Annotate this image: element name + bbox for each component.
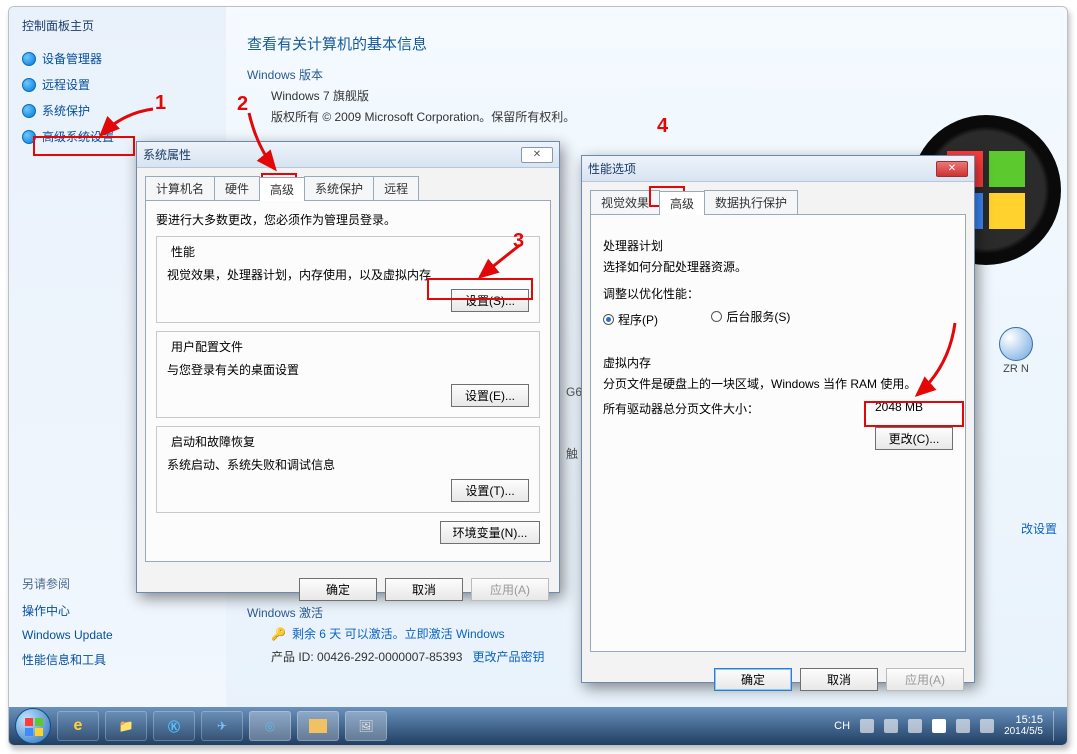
product-id-value: 00426-292-0000007-85393 bbox=[317, 650, 462, 664]
taskbar: e 📁 Ⓚ ✈ ◎ 🖼 CH 15:15 2014/5/5 bbox=[9, 707, 1067, 745]
dialog1-apply-button[interactable]: 应用(A) bbox=[471, 578, 549, 601]
sidebar-remote-settings[interactable]: 远程设置 bbox=[22, 76, 213, 93]
env-vars-button[interactable]: 环境变量(N)... bbox=[440, 521, 540, 544]
radio-dot-icon bbox=[711, 311, 722, 322]
dialog2-close-button[interactable]: ✕ bbox=[936, 161, 968, 177]
tray-volume-icon[interactable] bbox=[980, 719, 994, 733]
annotation-box-change bbox=[864, 401, 964, 427]
start-button[interactable] bbox=[15, 708, 51, 744]
tray-icon[interactable] bbox=[908, 719, 922, 733]
processor-partial: G6 bbox=[566, 385, 582, 399]
annotation-box-1 bbox=[33, 136, 135, 156]
dialog1-titlebar[interactable]: 系统属性 ✕ bbox=[137, 142, 559, 168]
processor-scheduling-group: 处理器计划 选择如何分配处理器资源。 调整以优化性能： 程序(P) 后台服务(S… bbox=[601, 233, 955, 332]
radio-programs[interactable]: 程序(P) bbox=[603, 311, 658, 328]
oem-brand: ZR N bbox=[971, 327, 1061, 375]
shield-icon bbox=[22, 78, 36, 92]
dialog1-title: 系统属性 bbox=[143, 146, 191, 163]
dialog2-tabs: 视觉效果 高级 数据执行保护 bbox=[590, 190, 966, 214]
taskbar-ie-icon[interactable]: e bbox=[57, 711, 99, 741]
annotation-1: 1 bbox=[155, 92, 166, 115]
dialog1-ok-button[interactable]: 确定 bbox=[299, 578, 377, 601]
activate-link[interactable]: 剩余 6 天 可以激活。立即激活 Windows bbox=[292, 625, 505, 642]
tab-remote[interactable]: 远程 bbox=[373, 176, 419, 200]
tab-dep[interactable]: 数据执行保护 bbox=[704, 190, 798, 214]
tab-computer-name[interactable]: 计算机名 bbox=[145, 176, 215, 200]
tray-lang[interactable]: CH bbox=[834, 720, 850, 732]
taskbar-app3[interactable]: 🖼 bbox=[345, 711, 387, 741]
vm-change-button[interactable]: 更改(C)... bbox=[875, 427, 953, 450]
dialog2-apply-button[interactable]: 应用(A) bbox=[886, 668, 964, 691]
system-properties-dialog: 系统属性 ✕ 计算机名 硬件 高级 系统保护 远程 要进行大多数更改，您必须作为… bbox=[136, 141, 560, 593]
taskbar-kugou-icon[interactable]: Ⓚ bbox=[153, 711, 195, 741]
dialog2-cancel-button[interactable]: 取消 bbox=[800, 668, 878, 691]
sidebar-device-manager[interactable]: 设备管理器 bbox=[22, 50, 213, 67]
tab-advanced[interactable]: 高级 bbox=[259, 177, 305, 201]
tab-advanced2[interactable]: 高级 bbox=[659, 191, 705, 215]
sidebar-title: 控制面板主页 bbox=[22, 17, 213, 34]
dialog2-title: 性能选项 bbox=[588, 160, 636, 177]
taskbar-thunder-icon[interactable]: ✈ bbox=[201, 711, 243, 741]
product-id-key: 产品 ID: bbox=[271, 650, 314, 664]
startup-recovery-group: 启动和故障恢复 系统启动、系统失败和调试信息 设置(T)... bbox=[156, 426, 540, 513]
user-profile-group: 用户配置文件 与您登录有关的桌面设置 设置(E)... bbox=[156, 331, 540, 418]
tray-flag-icon[interactable] bbox=[932, 719, 946, 733]
startup-settings-button[interactable]: 设置(T)... bbox=[451, 479, 529, 502]
tray-network-icon[interactable] bbox=[956, 719, 970, 733]
system-tray: CH 15:15 2014/5/5 bbox=[834, 711, 1061, 741]
tray-icon[interactable] bbox=[884, 719, 898, 733]
taskbar-app1[interactable]: ◎ bbox=[249, 711, 291, 741]
show-desktop-button[interactable] bbox=[1053, 711, 1061, 741]
sidebar-system-protection[interactable]: 系统保护 bbox=[22, 102, 213, 119]
tab-system-protection[interactable]: 系统保护 bbox=[304, 176, 374, 200]
dialog1-tabs: 计算机名 硬件 高级 系统保护 远程 bbox=[145, 176, 551, 200]
taskbar-clock[interactable]: 15:15 2014/5/5 bbox=[1004, 714, 1043, 738]
shield-icon bbox=[22, 104, 36, 118]
dialog2-ok-button[interactable]: 确定 bbox=[714, 668, 792, 691]
dialog1-cancel-button[interactable]: 取消 bbox=[385, 578, 463, 601]
change-key-link[interactable]: 更改产品密钥 bbox=[473, 650, 545, 664]
radio-dot-icon bbox=[603, 314, 614, 325]
radio-background[interactable]: 后台服务(S) bbox=[711, 308, 790, 325]
sidebar-perf-info[interactable]: 性能信息和工具 bbox=[22, 651, 213, 668]
dialog1-close-button[interactable]: ✕ bbox=[521, 147, 553, 163]
annotation-2: 2 bbox=[237, 93, 248, 116]
windows-edition: Windows 7 旗舰版 bbox=[271, 87, 1045, 104]
storage-partial: 触 bbox=[566, 445, 578, 462]
sidebar-windows-update[interactable]: Windows Update bbox=[22, 628, 213, 642]
key-icon: 🔑 bbox=[271, 627, 286, 641]
admin-note: 要进行大多数更改，您必须作为管理员登录。 bbox=[156, 211, 540, 228]
shield-icon bbox=[22, 52, 36, 66]
profile-settings-button[interactable]: 设置(E)... bbox=[451, 384, 529, 407]
taskbar-explorer-icon[interactable]: 📁 bbox=[105, 711, 147, 741]
annotation-4: 4 bbox=[657, 115, 668, 138]
dialog2-titlebar[interactable]: 性能选项 ✕ bbox=[582, 156, 974, 182]
tray-icon[interactable] bbox=[860, 719, 874, 733]
change-settings-link[interactable]: 改设置 bbox=[1021, 520, 1057, 537]
edition-heading: Windows 版本 bbox=[247, 66, 1045, 83]
annotation-3: 3 bbox=[513, 230, 524, 253]
page-title: 查看有关计算机的基本信息 bbox=[247, 33, 1045, 54]
tab-hardware[interactable]: 硬件 bbox=[214, 176, 260, 200]
taskbar-app2[interactable] bbox=[297, 711, 339, 741]
annotation-box-3 bbox=[427, 278, 533, 300]
